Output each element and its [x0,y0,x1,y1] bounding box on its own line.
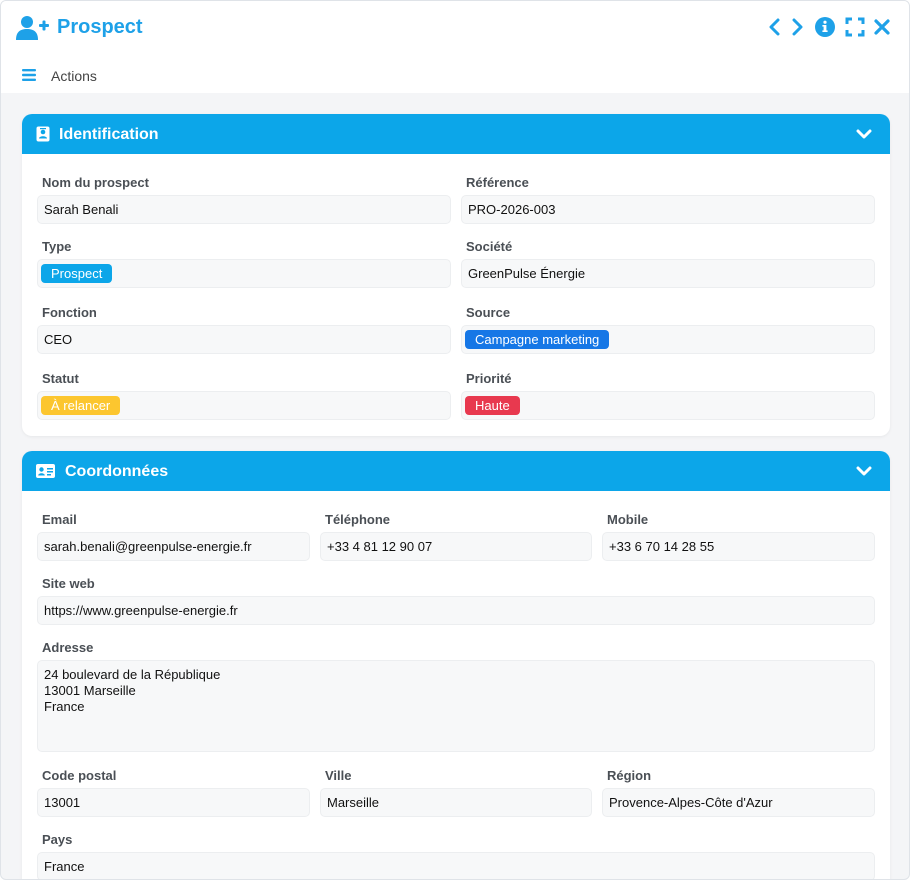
window-title: Prospect [57,16,143,38]
code-postal-label: Code postal [42,768,117,783]
identification-header[interactable]: Identification [22,114,890,154]
fonction-label: Fonction [42,305,97,320]
coordonnees-section: Coordonnées Email sarah.benali@greenpuls… [22,451,890,879]
chevron-right-icon [792,18,803,36]
identification-title: Identification [59,126,159,143]
region-label: Région [607,768,652,783]
mobile-field[interactable]: +33 6 70 14 28 55 [602,532,875,561]
fullscreen-button[interactable] [844,15,866,39]
email-field[interactable]: sarah.benali@greenpulse-energie.fr [37,532,310,561]
societe-field[interactable]: GreenPulse Énergie [461,259,875,288]
ville-label: Ville [325,768,352,783]
info-icon [815,17,835,37]
type-label: Type [42,239,72,254]
reference-field[interactable]: PRO-2026-003 [461,195,875,224]
mobile-label: Mobile [607,512,649,527]
nom-label: Nom du prospect [42,175,149,190]
chevron-left-icon [769,18,780,36]
telephone-field[interactable]: +33 4 81 12 90 07 [320,532,592,561]
email-label: Email [42,512,77,527]
user-plus-icon [16,16,49,40]
nom-field[interactable]: Sarah Benali [37,195,451,224]
reference-label: Référence [466,175,529,190]
title-bar: Prospect [1,1,909,55]
site-web-field[interactable]: https://www.greenpulse-energie.fr [37,596,875,625]
pays-label: Pays [42,832,73,847]
expand-icon [845,17,865,37]
type-field[interactable]: Prospect [37,259,451,288]
priorite-badge: Haute [465,396,520,415]
adresse-label: Adresse [42,640,94,655]
type-badge: Prospect [41,264,113,283]
source-label: Source [466,305,511,320]
pays-field[interactable]: France [37,852,875,879]
info-button[interactable] [814,15,836,39]
statut-badge: À relancer [41,396,121,415]
close-icon [874,19,890,35]
statut-field[interactable]: À relancer [37,391,451,420]
statut-label: Statut [42,371,79,386]
ville-field[interactable]: Marseille [320,788,592,817]
id-badge-icon [36,126,50,142]
identification-section: Identification Nom du prospect Sarah Ben… [22,114,890,436]
societe-label: Société [466,239,513,254]
hamburger-icon[interactable] [22,69,36,81]
region-field[interactable]: Provence-Alpes-Côte d'Azur [602,788,875,817]
action-toolbar: Actions [1,55,909,93]
code-postal-field[interactable]: 13001 [37,788,310,817]
next-button[interactable] [787,15,809,39]
source-field[interactable]: Campagne marketing [461,325,875,354]
address-card-icon [36,464,55,478]
chevron-down-icon[interactable] [856,127,872,141]
telephone-label: Téléphone [325,512,391,527]
adresse-field[interactable]: 24 boulevard de la République 13001 Mars… [37,660,875,752]
close-button[interactable] [871,15,893,39]
actions-menu[interactable]: Actions [51,68,97,84]
source-badge: Campagne marketing [465,330,610,349]
previous-button[interactable] [763,15,785,39]
priorite-field[interactable]: Haute [461,391,875,420]
prospect-window: Prospect Actions Identification Nom du p… [0,0,910,880]
priorite-label: Priorité [466,371,512,386]
fonction-field[interactable]: CEO [37,325,451,354]
site-web-label: Site web [42,576,95,591]
coordonnees-title: Coordonnées [65,463,169,480]
chevron-down-icon[interactable] [856,464,872,478]
coordonnees-header[interactable]: Coordonnées [22,451,890,491]
